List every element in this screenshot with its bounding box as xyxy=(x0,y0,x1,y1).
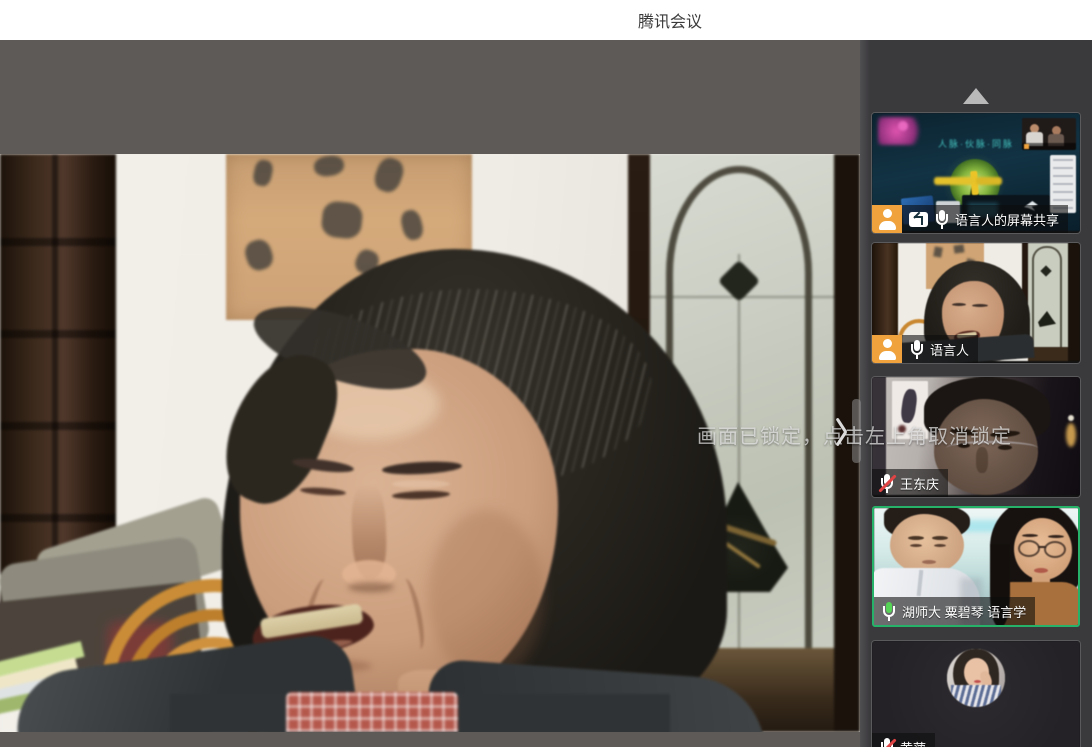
decoration xyxy=(1018,540,1040,557)
participants-sidebar: 人脉·伙脉·同脉 xyxy=(860,40,1092,747)
decoration xyxy=(52,154,58,606)
decoration xyxy=(936,214,948,225)
mic-on-icon xyxy=(934,210,949,229)
participant-label: 语言人 xyxy=(872,335,978,363)
mic-speaking-icon xyxy=(881,602,896,621)
decoration xyxy=(883,606,895,617)
decoration xyxy=(371,155,407,196)
decoration xyxy=(898,121,908,131)
decoration xyxy=(1068,243,1080,361)
host-badge-icon xyxy=(872,335,902,363)
decoration xyxy=(934,177,974,185)
decoration xyxy=(313,154,345,178)
triangle-up-icon xyxy=(963,88,989,104)
participant-label: 语言人的屏幕共享 xyxy=(872,205,1068,233)
decoration xyxy=(908,536,924,540)
mic-on-icon xyxy=(909,340,924,359)
decoration xyxy=(881,742,893,747)
participant-label: 黄萍 xyxy=(872,733,935,747)
participant-name: 黄萍 xyxy=(900,738,926,747)
decoration xyxy=(1068,415,1074,421)
decoration xyxy=(933,246,943,257)
decoration xyxy=(1044,541,1066,558)
decoration: 湖师大 粟碧琴 语言学 xyxy=(874,597,1035,625)
avatar xyxy=(947,649,1005,707)
participant-thumbnail-screen-share[interactable]: 人脉·伙脉·同脉 xyxy=(872,113,1080,233)
participant-name: 语言人 xyxy=(930,340,969,359)
decoration xyxy=(872,243,898,343)
participant-thumbnail-hushida[interactable]: 湖师大 粟碧琴 语言学 xyxy=(872,506,1080,627)
decoration xyxy=(951,685,1001,707)
decoration xyxy=(922,560,936,564)
lock-toast: 画面已锁定，点击左上角取消锁定 xyxy=(697,420,1012,449)
decoration xyxy=(1022,534,1038,537)
participant-name: 语言人的屏幕共享 xyxy=(955,210,1059,229)
decoration xyxy=(242,237,276,274)
decoration: 语言人的屏幕共享 xyxy=(902,205,1068,233)
decoration xyxy=(1048,535,1064,538)
decoration xyxy=(976,447,988,473)
decoration xyxy=(910,544,922,547)
participant-thumbnail-huangping[interactable]: 黄萍 xyxy=(872,641,1080,747)
decoration xyxy=(1028,243,1068,347)
host-badge-icon xyxy=(872,205,902,233)
meeting-window: 腾讯会议 xyxy=(0,0,1092,747)
decoration xyxy=(974,680,981,683)
mic-muted-icon xyxy=(879,738,894,747)
decoration xyxy=(1024,144,1029,149)
window-title: 腾讯会议 xyxy=(638,8,702,32)
decoration: 王东庆 xyxy=(872,469,948,497)
decoration xyxy=(976,177,1002,185)
decoration xyxy=(1034,568,1048,573)
decoration: 语言人 xyxy=(902,335,978,363)
participant-name: 王东庆 xyxy=(900,474,939,493)
decoration xyxy=(881,478,893,489)
decoration xyxy=(900,388,919,424)
decoration xyxy=(890,514,964,574)
mic-muted-icon xyxy=(879,474,894,493)
participant-thumbnail-speaker[interactable]: 语言人 xyxy=(872,243,1080,363)
decoration xyxy=(953,244,964,253)
decoration xyxy=(392,480,450,488)
title-bar: 腾讯会议 xyxy=(0,0,1092,40)
decoration xyxy=(972,304,988,307)
share-inset-video xyxy=(1022,118,1076,150)
decoration xyxy=(428,510,544,680)
decoration: 黄萍 xyxy=(872,733,935,747)
decoration xyxy=(952,303,966,306)
decoration xyxy=(251,158,274,187)
decoration xyxy=(941,225,943,229)
screen-share-icon xyxy=(909,212,928,227)
decoration xyxy=(888,617,890,621)
decoration xyxy=(1066,423,1076,447)
main-stage[interactable] xyxy=(0,40,860,747)
decoration xyxy=(916,355,918,359)
avatar-preview xyxy=(872,641,1080,747)
decoration xyxy=(1053,159,1073,209)
decoration xyxy=(911,344,923,355)
decoration xyxy=(934,544,946,547)
decoration xyxy=(1022,143,1076,150)
decoration xyxy=(886,489,888,493)
decoration xyxy=(399,208,426,242)
chevron-right-icon[interactable] xyxy=(836,416,852,448)
participant-label: 王东庆 xyxy=(872,469,948,497)
decoration xyxy=(348,582,394,592)
participant-name: 湖师大 粟碧琴 语言学 xyxy=(902,602,1026,621)
plaid-shirt xyxy=(286,692,458,732)
decoration xyxy=(1032,246,1062,347)
decoration xyxy=(1038,546,1046,548)
collapse-panel-button[interactable] xyxy=(860,84,1092,108)
decoration xyxy=(932,536,948,540)
decoration xyxy=(320,200,364,240)
participant-label: 湖师大 粟碧琴 语言学 xyxy=(874,597,1035,625)
